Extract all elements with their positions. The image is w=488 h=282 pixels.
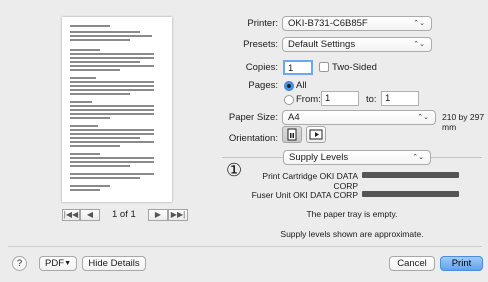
pages-from-field[interactable]: 1 xyxy=(321,91,359,106)
landscape-orientation-button[interactable] xyxy=(306,126,326,143)
footer-divider xyxy=(8,246,482,247)
preview-text-line xyxy=(70,85,154,87)
presets-label: Presets: xyxy=(243,39,278,50)
preview-text-line xyxy=(70,189,100,191)
preview-text-line xyxy=(70,137,140,139)
preview-text-line xyxy=(70,81,154,83)
paper-tray-message: The paper tray is empty. xyxy=(306,209,398,219)
section-value: Supply Levels xyxy=(289,152,349,163)
printer-select[interactable]: OKI-B731-C6B85F ⌃⌄ xyxy=(282,16,432,31)
preview-text-line xyxy=(70,49,100,51)
print-button[interactable]: Print xyxy=(440,256,483,271)
pages-label: Pages: xyxy=(248,80,278,91)
orientation-label: Orientation: xyxy=(228,133,278,144)
preview-text-line xyxy=(70,25,110,27)
preview-text-line xyxy=(70,141,154,143)
preview-text-line xyxy=(70,57,154,59)
preview-text-line xyxy=(70,125,98,127)
printer-label: Printer: xyxy=(247,18,278,29)
copies-field[interactable]: 1 xyxy=(283,60,313,75)
preview-text-line xyxy=(70,105,154,107)
pages-all-radio[interactable] xyxy=(284,81,294,91)
portrait-orientation-button[interactable] xyxy=(282,126,302,143)
hide-details-button[interactable]: Hide Details xyxy=(82,256,146,271)
preview-text-line xyxy=(70,145,120,147)
paper-dimensions: 210 by 297 mm xyxy=(442,112,485,132)
preview-text-line xyxy=(70,77,96,79)
annotation-marker: ① xyxy=(226,160,243,181)
preview-text-line xyxy=(70,113,154,115)
help-button[interactable]: ? xyxy=(12,256,27,271)
paper-size-value: A4 xyxy=(288,112,300,123)
supply-label-print-cartridge: Print Cartridge OKI DATA CORP xyxy=(262,171,358,191)
cancel-button[interactable]: Cancel xyxy=(389,256,435,271)
preview-text-line xyxy=(70,185,110,187)
pages-all-label: All xyxy=(296,80,307,91)
preview-text-line xyxy=(70,109,154,111)
popup-arrows-icon: ⌃⌄ xyxy=(417,114,429,121)
previous-page-button[interactable]: ◀ xyxy=(80,209,100,221)
preview-text-line xyxy=(70,31,140,33)
presets-value: Default Settings xyxy=(288,39,356,50)
preview-text-line xyxy=(70,53,154,55)
two-sided-label: Two-Sided xyxy=(332,62,377,73)
pdf-label: PDF xyxy=(45,258,64,269)
supply-label-fuser-unit: Fuser Unit OKI DATA CORP xyxy=(251,190,358,200)
preview-text-line xyxy=(70,165,130,167)
pages-from-label: From: xyxy=(296,94,321,105)
pages-to-label: to: xyxy=(366,94,377,105)
preview-text-line xyxy=(70,101,92,103)
popup-arrows-icon: ⌃⌄ xyxy=(413,41,425,48)
preview-text-line xyxy=(70,93,130,95)
printer-value: OKI-B731-C6B85F xyxy=(288,18,368,29)
preview-text-line xyxy=(70,133,154,135)
pages-to-field[interactable]: 1 xyxy=(381,91,419,106)
supply-level-bar-print-cartridge xyxy=(362,172,459,178)
copies-label: Copies: xyxy=(245,62,278,73)
page-indicator: 1 of 1 xyxy=(112,209,136,220)
supply-level-bar-fuser-unit xyxy=(362,191,459,197)
preview-text-line xyxy=(70,157,154,159)
two-sided-checkbox[interactable] xyxy=(319,62,329,72)
chevron-down-icon: ▼ xyxy=(64,260,71,267)
paper-size-select[interactable]: A4 ⌃⌄ xyxy=(282,110,436,125)
paper-size-label: Paper Size: xyxy=(228,112,278,123)
preview-text-line xyxy=(70,35,152,37)
section-select[interactable]: Supply Levels ⌃⌄ xyxy=(283,150,431,165)
supply-levels-note: Supply levels shown are approximate. xyxy=(280,229,424,239)
print-preview-page xyxy=(62,17,172,202)
preview-text-line xyxy=(70,173,154,175)
pdf-menu-button[interactable]: PDF ▼ xyxy=(39,256,77,271)
preview-text-line xyxy=(70,69,120,71)
last-page-button[interactable]: ▶▶| xyxy=(168,209,188,221)
preview-text-line xyxy=(70,65,154,67)
preview-text-line xyxy=(70,61,140,63)
preview-text-line xyxy=(70,129,154,131)
presets-select[interactable]: Default Settings ⌃⌄ xyxy=(282,37,432,52)
preview-text-line xyxy=(70,161,154,163)
next-page-button[interactable]: ▶ xyxy=(148,209,168,221)
portrait-icon xyxy=(287,128,297,141)
landscape-icon xyxy=(309,129,323,140)
pages-from-radio[interactable] xyxy=(284,95,294,105)
preview-text-line xyxy=(70,177,140,179)
first-page-button[interactable]: |◀◀ xyxy=(62,209,80,221)
popup-arrows-icon: ⌃⌄ xyxy=(413,20,425,27)
popup-arrows-icon: ⌃⌄ xyxy=(412,154,424,161)
preview-text-line xyxy=(70,153,100,155)
preview-text-line xyxy=(70,39,130,41)
preview-text-line xyxy=(70,89,154,91)
preview-text-line xyxy=(70,117,110,119)
